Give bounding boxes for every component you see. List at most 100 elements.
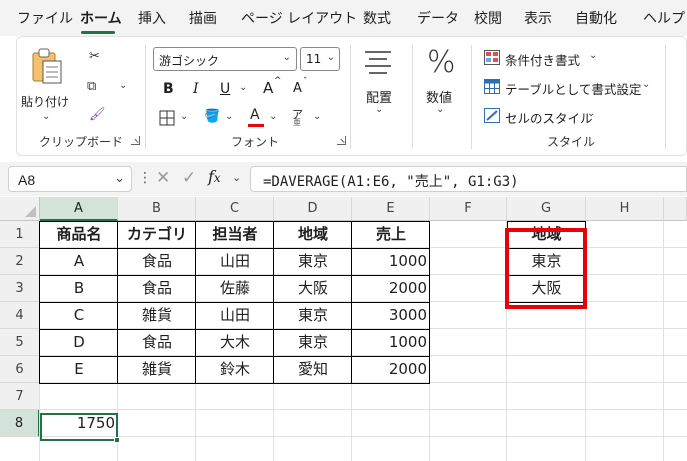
bold-button[interactable]: B: [163, 81, 174, 97]
table-cell[interactable]: 2000: [352, 356, 430, 383]
tab-formulas[interactable]: 数式: [363, 8, 391, 28]
table-cell[interactable]: 佐藤: [196, 275, 274, 302]
row-header-2[interactable]: 2: [0, 248, 40, 275]
tab-home[interactable]: ホーム: [80, 8, 122, 28]
copy-icon[interactable]: ⧉: [87, 79, 96, 94]
more-options-icon[interactable]: ⋮: [138, 170, 152, 186]
table-cell[interactable]: E: [40, 356, 118, 383]
font-color-button[interactable]: A: [247, 107, 265, 129]
table-cell[interactable]: B: [40, 275, 118, 302]
tab-page-layout[interactable]: ページ レイアウト: [241, 8, 357, 28]
tab-automate[interactable]: 自動化: [575, 8, 617, 28]
chevron-down-icon[interactable]: ⌄: [232, 171, 241, 184]
borders-icon[interactable]: [159, 110, 175, 126]
row-header-1[interactable]: 1: [0, 221, 40, 248]
tab-review[interactable]: 校閲: [474, 8, 502, 28]
row-header-5[interactable]: 5: [0, 329, 40, 356]
font-size-select[interactable]: 11 ⌄: [300, 47, 340, 71]
tab-help[interactable]: ヘルプ: [643, 8, 685, 28]
confirm-icon[interactable]: ✓: [182, 168, 196, 188]
row-header-6[interactable]: 6: [0, 356, 40, 383]
table-cell[interactable]: 食品: [118, 248, 196, 275]
table-cell[interactable]: A: [40, 248, 118, 275]
tab-draw[interactable]: 描画: [189, 8, 217, 28]
format-painter-icon[interactable]: 🖌: [89, 107, 106, 122]
tab-insert[interactable]: 挿入: [138, 8, 166, 28]
table-header-cell[interactable]: 担当者: [196, 221, 274, 248]
column-header-b[interactable]: B: [118, 197, 196, 221]
table-cell[interactable]: 鈴木: [196, 356, 274, 383]
cut-icon[interactable]: ✂: [89, 49, 100, 64]
cell-styles-button[interactable]: セルのスタイル: [505, 108, 593, 127]
table-cell[interactable]: 大阪: [274, 275, 352, 302]
select-all-button[interactable]: [0, 197, 40, 221]
table-cell[interactable]: 食品: [118, 275, 196, 302]
table-cell[interactable]: D: [40, 329, 118, 356]
name-box[interactable]: A8 ⌄: [8, 166, 132, 192]
alignment-icon[interactable]: [363, 49, 393, 75]
fill-color-icon[interactable]: 🪣: [204, 109, 220, 124]
fill-handle[interactable]: [114, 437, 120, 443]
paste-button[interactable]: 貼り付け ⌄: [21, 45, 69, 125]
table-cell[interactable]: 雑貨: [118, 302, 196, 329]
table-cell[interactable]: 1000: [352, 329, 430, 356]
table-cell[interactable]: 3000: [352, 302, 430, 329]
table-cell[interactable]: 山田: [196, 248, 274, 275]
row-header-8[interactable]: 8: [0, 410, 40, 437]
font-name-select[interactable]: 游ゴシック ⌄: [153, 47, 297, 71]
grow-font-button[interactable]: A: [263, 79, 273, 97]
table-cell[interactable]: 東京: [274, 248, 352, 275]
table-cell[interactable]: 愛知: [274, 356, 352, 383]
chevron-down-icon[interactable]: ⌄: [589, 50, 597, 61]
column-header-h[interactable]: H: [586, 197, 664, 221]
table-cell[interactable]: 食品: [118, 329, 196, 356]
number-format-icon[interactable]: %: [427, 45, 456, 80]
cell-styles-icon[interactable]: [484, 108, 500, 123]
tab-file[interactable]: ファイル: [17, 8, 73, 28]
chevron-down-icon[interactable]: ⌄: [114, 171, 125, 186]
column-header-a[interactable]: A: [40, 197, 118, 221]
conditional-formatting-icon[interactable]: [484, 50, 500, 65]
table-cell[interactable]: 山田: [196, 302, 274, 329]
tab-data[interactable]: データ: [417, 8, 459, 28]
chevron-down-icon[interactable]: ⌄: [313, 111, 321, 122]
chevron-down-icon[interactable]: ⌄: [225, 111, 233, 122]
column-header-d[interactable]: D: [274, 197, 352, 221]
italic-button[interactable]: I: [193, 81, 199, 97]
font-launcher-icon[interactable]: [337, 136, 346, 145]
column-header-f[interactable]: F: [430, 197, 507, 221]
chevron-down-icon[interactable]: ⌄: [269, 111, 277, 122]
underline-button[interactable]: U: [220, 81, 230, 97]
clipboard-launcher-icon[interactable]: [131, 136, 140, 145]
format-as-table-icon[interactable]: [484, 79, 500, 94]
table-cell[interactable]: C: [40, 302, 118, 329]
chevron-down-icon[interactable]: ⌄: [375, 104, 383, 115]
row-header-7[interactable]: 7: [0, 383, 40, 410]
row-header-3[interactable]: 3: [0, 275, 40, 302]
shrink-font-button[interactable]: A: [293, 81, 302, 96]
table-header-cell[interactable]: カテゴリ: [118, 221, 196, 248]
chevron-down-icon[interactable]: ⌄: [119, 80, 127, 91]
table-cell[interactable]: 東京: [274, 329, 352, 356]
format-as-table-button[interactable]: テーブルとして書式設定: [505, 79, 641, 98]
column-header-g[interactable]: G: [507, 197, 586, 221]
conditional-formatting-button[interactable]: 条件付き書式: [505, 50, 580, 69]
row-header-4[interactable]: 4: [0, 302, 40, 329]
table-cell[interactable]: 1000: [352, 248, 430, 275]
tab-view[interactable]: 表示: [524, 8, 552, 28]
cancel-icon[interactable]: ✕: [156, 168, 170, 188]
table-header-cell[interactable]: 売上: [352, 221, 430, 248]
formula-input[interactable]: =DAVERAGE(A1:E6, "売上", G1:G3): [250, 166, 687, 192]
table-cell[interactable]: 大木: [196, 329, 274, 356]
column-header-e[interactable]: E: [352, 197, 430, 221]
insert-function-icon[interactable]: fx: [208, 167, 221, 186]
chevron-down-icon[interactable]: ⌄: [642, 79, 650, 90]
column-header-c[interactable]: C: [196, 197, 274, 221]
chevron-down-icon[interactable]: ⌄: [436, 104, 444, 115]
column-header-next[interactable]: [664, 197, 687, 221]
table-header-cell[interactable]: 地域: [274, 221, 352, 248]
chevron-down-icon[interactable]: ⌄: [587, 108, 595, 119]
chevron-down-icon[interactable]: ⌄: [239, 82, 247, 93]
table-cell[interactable]: 2000: [352, 275, 430, 302]
table-cell[interactable]: 東京: [274, 302, 352, 329]
